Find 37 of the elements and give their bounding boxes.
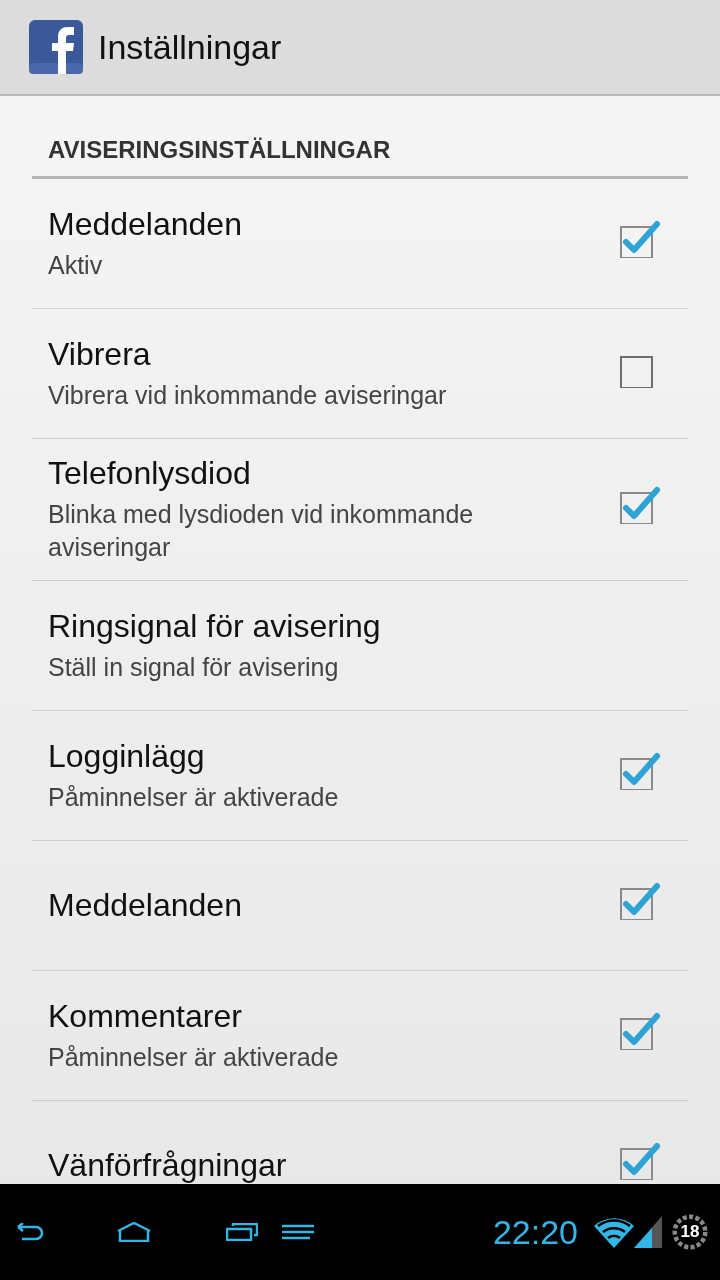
preference-row[interactable]: Vibrera Vibrera vid inkommande aviseringar (32, 309, 688, 439)
preference-row[interactable]: Meddelanden Aktiv (32, 179, 688, 309)
notification-count: 18 (680, 1222, 700, 1242)
checkbox[interactable] (620, 751, 662, 790)
home-icon[interactable] (116, 1222, 152, 1242)
screen-title: Inställningar (98, 27, 282, 67)
preference-title: Telefonlysdiod (48, 455, 252, 492)
checkbox[interactable] (620, 881, 662, 920)
preference-title: Vibrera (48, 335, 152, 373)
preference-title: Meddelanden (48, 205, 243, 243)
signal-icon (634, 1216, 662, 1248)
checkbox[interactable] (620, 1011, 662, 1050)
preference-summary: Aktiv (48, 249, 104, 281)
checkbox[interactable] (620, 485, 662, 524)
preference-row[interactable]: Ringsignal för avisering Ställ in signal för avisering (32, 581, 688, 711)
gear-icon (672, 1214, 708, 1250)
preference-summary: Påminnelser är aktiverade (48, 781, 340, 813)
preference-summary: Ställ in signal för avisering (48, 651, 340, 683)
preference-row[interactable]: Meddelanden (32, 841, 688, 971)
section-header: AVISERINGSINSTÄLLNINGAR (32, 136, 688, 179)
checkbox[interactable] (620, 1141, 662, 1180)
preference-title: Kommentarer (48, 997, 243, 1035)
preference-summary: Vibrera vid inkommande aviseringar (48, 379, 448, 411)
preference-row[interactable]: Kommentarer Påminnelser är aktiverade (32, 971, 688, 1101)
menu-icon[interactable] (282, 1224, 314, 1240)
checkbox[interactable] (620, 219, 662, 258)
preference-title: Vänförfrågningar (48, 1147, 288, 1184)
app-logo-icon[interactable] (28, 19, 84, 75)
recent-apps-icon[interactable] (226, 1223, 258, 1241)
preference-title: Meddelanden (48, 887, 243, 924)
preference-summary: Påminnelser är aktiverade (48, 1041, 340, 1073)
preference-row[interactable]: Telefonlysdiod Blinka med lysdioden vid inkommande aviseringar (32, 439, 688, 581)
preference-title: Logginlägg (48, 737, 206, 775)
preference-summary: Blinka med lysdioden vid inkommande aviseringar (48, 499, 475, 563)
preference-row[interactable]: Logginlägg Påminnelser är aktiverade (32, 711, 688, 841)
clock: 22:20 (492, 1212, 578, 1252)
preference-title: Ringsignal för avisering (48, 607, 382, 645)
